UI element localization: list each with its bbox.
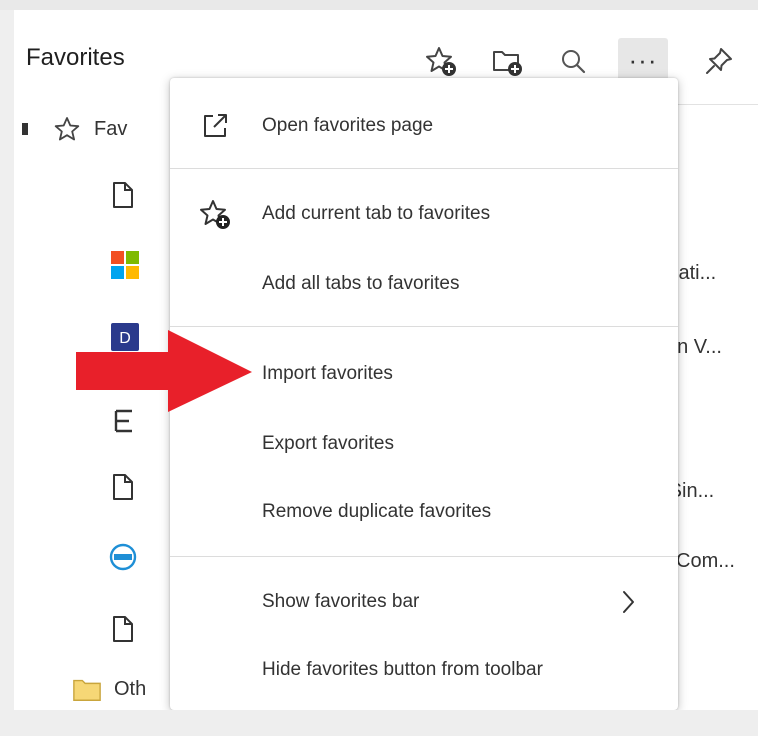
favorites-root-row[interactable]: Fav (22, 114, 127, 144)
favorites-root-label: Fav (94, 117, 128, 140)
menu-separator (170, 168, 678, 169)
menu-item-label: Open favorites page (262, 115, 434, 136)
pin-icon (706, 48, 732, 74)
page-icon (108, 180, 138, 210)
bottom-strip (0, 710, 758, 736)
menu-item-label: Remove duplicate favorites (262, 501, 492, 522)
other-favorites-label: Oth (114, 677, 147, 700)
list-item[interactable] (110, 250, 140, 280)
folder-icon (72, 674, 102, 704)
more-options-icon: ··· (628, 45, 658, 75)
microsoft-logo-icon (110, 250, 140, 280)
top-strip (0, 0, 758, 10)
star-icon (52, 114, 82, 144)
list-item[interactable] (108, 542, 138, 572)
menu-item-label: Add all tabs to favorites (262, 273, 460, 294)
panel-title: Favorites (26, 44, 125, 71)
other-favorites-row[interactable]: Oth (72, 674, 146, 704)
menu-separator (170, 326, 678, 327)
menu-item-add-all-tabs[interactable]: Add all tabs to favorites (170, 254, 678, 314)
more-options-button[interactable]: ··· (618, 38, 668, 82)
collapse-icon[interactable] (22, 123, 28, 135)
menu-item-label: Export favorites (262, 433, 394, 454)
chevron-right-icon (623, 591, 634, 613)
add-folder-button[interactable] (488, 42, 526, 80)
pin-button[interactable] (700, 42, 738, 80)
menu-item-label: Add current tab to favorites (262, 203, 491, 224)
menu-item-remove-duplicates[interactable]: Remove duplicate favorites (170, 482, 678, 542)
menu-item-export-favorites[interactable]: Export favorites (170, 414, 678, 474)
add-folder-icon (493, 51, 522, 76)
add-to-favorites-icon (426, 47, 456, 76)
annotation-arrow-icon (76, 330, 252, 412)
menu-item-label: Hide favorites button from toolbar (262, 659, 543, 680)
menu-separator (170, 556, 678, 557)
dell-logo-icon (108, 542, 138, 572)
add-to-favorites-icon (198, 197, 232, 231)
menu-item-label: Show favorites bar (262, 591, 420, 612)
menu-item-label: Import favorites (262, 363, 393, 384)
open-external-icon (198, 109, 232, 143)
search-button[interactable] (554, 42, 592, 80)
list-item[interactable] (108, 180, 138, 210)
menu-item-show-favorites-bar[interactable]: Show favorites bar (170, 572, 678, 632)
search-icon (562, 50, 586, 74)
list-item[interactable] (108, 614, 138, 644)
add-to-favorites-button[interactable] (422, 42, 460, 80)
menu-item-hide-favorites-button[interactable]: Hide favorites button from toolbar (170, 640, 678, 700)
page-icon (108, 472, 138, 502)
menu-item-open-favorites-page[interactable]: Open favorites page (170, 96, 678, 156)
list-item[interactable] (108, 472, 138, 502)
page-icon (108, 614, 138, 644)
menu-item-add-current-tab[interactable]: Add current tab to favorites (170, 184, 678, 244)
truncated-title: Com... (676, 550, 735, 572)
